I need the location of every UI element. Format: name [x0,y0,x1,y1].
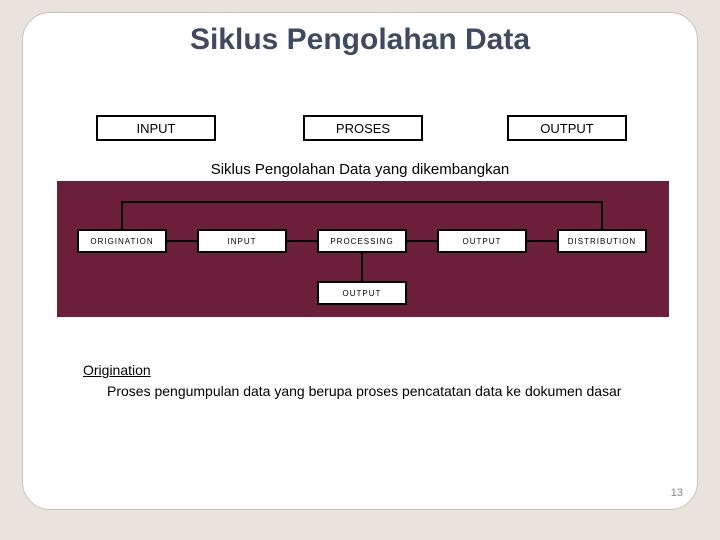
box-input: INPUT [96,115,216,141]
feedback-right-up [601,201,603,229]
pbox-storage-label: OUTPUT [343,289,382,298]
subtitle: Siklus Pengolahan Data yang dikembangkan [23,161,697,178]
box-output-label: OUTPUT [540,121,593,136]
expanded-cycle-panel: ORIGINATION INPUT PROCESSING OUTPUT DIST… [57,181,669,317]
pbox-origination: ORIGINATION [77,229,167,253]
box-proses: PROSES [303,115,423,141]
pbox-processing: PROCESSING [317,229,407,253]
definition-body: Proses pengumpulan data yang berupa pros… [107,382,663,401]
box-input-label: INPUT [137,121,176,136]
pbox-origination-label: ORIGINATION [90,237,153,246]
pbox-processing-label: PROCESSING [330,237,393,246]
pbox-distribution-label: DISTRIBUTION [568,237,636,246]
connector [167,240,197,242]
box-proses-label: PROSES [336,121,390,136]
pbox-input: INPUT [197,229,287,253]
connector [407,240,437,242]
pbox-input-label: INPUT [228,237,257,246]
definition-term: Origination [83,361,663,380]
pbox-output-label: OUTPUT [463,237,502,246]
slide-title: Siklus Pengolahan Data [23,23,697,57]
page-number: 13 [671,487,683,499]
connector [287,240,317,242]
box-output: OUTPUT [507,115,627,141]
feedback-top [121,201,603,203]
connector-vertical [361,253,363,281]
definition-block: Origination Proses pengumpulan data yang… [83,361,663,401]
slide-card: Siklus Pengolahan Data INPUT PROSES OUTP… [22,12,698,510]
pbox-storage: OUTPUT [317,281,407,305]
feedback-left-down [121,201,123,229]
pbox-distribution: DISTRIBUTION [557,229,647,253]
pbox-output: OUTPUT [437,229,527,253]
connector [527,240,557,242]
